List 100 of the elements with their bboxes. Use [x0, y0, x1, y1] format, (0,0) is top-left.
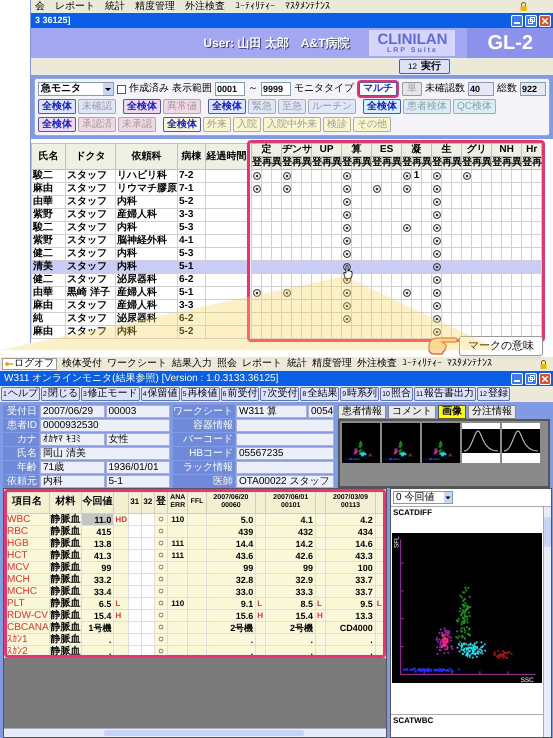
field-value: 0000932530 — [40, 419, 170, 432]
filter-button[interactable]: 全検体 — [363, 99, 401, 114]
hospital-name: A&T病院 — [300, 35, 350, 52]
menu-item[interactable]: 精度管理 — [312, 359, 352, 369]
field-label: 氏名 — [3, 447, 39, 460]
minimize-icon — [514, 22, 520, 24]
product-name: GL-2 — [467, 28, 553, 58]
menu-item[interactable]: 検体受付 — [62, 359, 102, 369]
close-icon — [542, 376, 548, 382]
menu-item[interactable]: レポート — [55, 0, 95, 13]
test-header: 算 — [342, 144, 372, 156]
flag-text: H — [115, 610, 122, 620]
table-cell: 110 — [171, 514, 184, 524]
horizontal-scrollbar[interactable] — [4, 728, 386, 737]
menu-item[interactable]: 統計 — [105, 0, 125, 13]
circled-dot-icon — [342, 289, 351, 297]
range-from-field[interactable]: 0001 — [215, 82, 245, 96]
history-dropdown[interactable]: 0 今回値 — [393, 491, 453, 504]
logo-text: CLINILAN — [377, 32, 448, 47]
circled-dot-icon — [402, 172, 411, 180]
field-value: ｵｶﾔﾏ ｷﾖﾐ — [40, 433, 104, 446]
filter-button[interactable]: 全検体 — [208, 99, 246, 114]
vertical-scrollbar[interactable] — [543, 507, 551, 737]
logoff-button[interactable]: ログオフ — [2, 358, 57, 370]
menu-item[interactable]: 統計 — [287, 359, 307, 369]
scatter-thumbnail-drawing — [422, 423, 460, 463]
tab[interactable]: 患者情報 — [338, 405, 386, 419]
test-header: ES — [372, 144, 402, 156]
minimize-button[interactable] — [511, 372, 523, 384]
hand-cursor-icon — [343, 265, 354, 279]
menu-item[interactable]: 結果入力 — [172, 359, 212, 369]
filter-button[interactable]: 全検体 — [123, 99, 161, 114]
field-label: 容器情報 — [173, 419, 235, 432]
key-icon — [5, 361, 13, 367]
tab[interactable]: 画像 — [438, 405, 466, 419]
window-title: 3 36125] — [35, 14, 71, 27]
filter-button[interactable]: 全検体 — [163, 117, 201, 132]
flag-text: L — [115, 598, 120, 608]
circled-dot-icon — [342, 302, 351, 310]
histogram-thumbnail-drawing — [502, 423, 540, 463]
field-label: 受付日 — [3, 405, 39, 418]
field-label: カナ — [3, 433, 39, 446]
unconfirmed-field: 40 — [468, 82, 494, 96]
menu-item[interactable]: ﾕｰﾃｨﾘﾃｨｰ — [402, 359, 442, 369]
menu-item[interactable]: 会 — [35, 0, 45, 13]
menu-item[interactable]: ﾏｽﾀﾒﾝﾃﾅﾝｽ — [285, 0, 330, 13]
circled-dot-icon — [432, 302, 441, 310]
close-button[interactable] — [539, 14, 551, 26]
minimize-button[interactable] — [511, 14, 523, 26]
circled-dot-icon — [342, 211, 351, 219]
test-header: NH — [492, 144, 522, 156]
menu-item[interactable]: ワークシート — [107, 359, 167, 369]
circled-dot-icon — [252, 172, 260, 180]
menu-item[interactable]: 外注検査 — [357, 359, 397, 369]
field-label: 依頼元 — [3, 475, 39, 488]
checkbox-label: 作成済み — [129, 84, 169, 94]
range-to-field[interactable]: 9999 — [261, 82, 291, 96]
field-label: 年齢 — [3, 461, 39, 474]
menu-item[interactable]: ﾕｰﾃｨﾘﾃｨｰ — [235, 0, 275, 13]
close-button[interactable] — [539, 372, 551, 384]
monitor-dropdown[interactable]: 急モニタ — [38, 82, 114, 96]
filter-button[interactable]: 全検体 — [38, 117, 76, 132]
table-cell: 麻由 — [32, 326, 66, 338]
test-header: ヂンサ — [282, 144, 312, 156]
maximize-button[interactable] — [525, 14, 537, 26]
tab[interactable]: コメント — [388, 405, 436, 419]
flag-text: L — [257, 598, 262, 608]
menu-item[interactable]: 精度管理 — [135, 0, 175, 13]
execute-button[interactable]: 12 実行 — [399, 59, 450, 74]
maximize-button[interactable] — [525, 372, 537, 384]
test-header: Hr — [522, 144, 542, 156]
monitor-type-button[interactable]: マルチ — [359, 82, 397, 96]
lock-icon — [540, 360, 547, 368]
circled-dot-icon — [342, 250, 351, 258]
close-icon — [542, 18, 548, 24]
restore-icon — [528, 375, 534, 382]
menu-item[interactable]: レポート — [242, 359, 282, 369]
circled-dot-icon — [342, 185, 351, 193]
filter-button[interactable]: 全検体 — [38, 99, 76, 114]
tab[interactable]: 分注情報 — [468, 405, 516, 419]
restore-icon — [528, 17, 534, 24]
field-value: 岡山 清美 — [40, 447, 170, 460]
window-title: W311 オンラインモニタ(結果参照) [Version : 1.0.3133.36125] — [4, 374, 278, 384]
circled-dot-icon — [342, 224, 351, 232]
created-checkbox[interactable] — [117, 84, 126, 94]
circled-dot-icon — [342, 315, 351, 323]
field-value: 2007/06/29 — [40, 405, 104, 418]
histogram-thumbnail-drawing — [462, 423, 500, 463]
menu-item[interactable]: 照会 — [217, 359, 237, 369]
field-value: 女性 — [106, 433, 170, 446]
flag-text: H — [317, 610, 323, 620]
pointing-hand-icon — [427, 336, 457, 356]
lock-icon — [520, 2, 527, 11]
table-cell: 111 — [172, 538, 184, 548]
menu-item[interactable]: 外注検査 — [185, 0, 225, 13]
field-value: W311 算 — [236, 405, 307, 418]
circled-dot-icon — [402, 224, 411, 232]
menu-item[interactable]: ﾏｽﾀﾒﾝﾃﾅﾝｽ — [447, 359, 492, 369]
test-header: UP — [312, 144, 342, 156]
circled-dot-icon — [432, 315, 441, 323]
